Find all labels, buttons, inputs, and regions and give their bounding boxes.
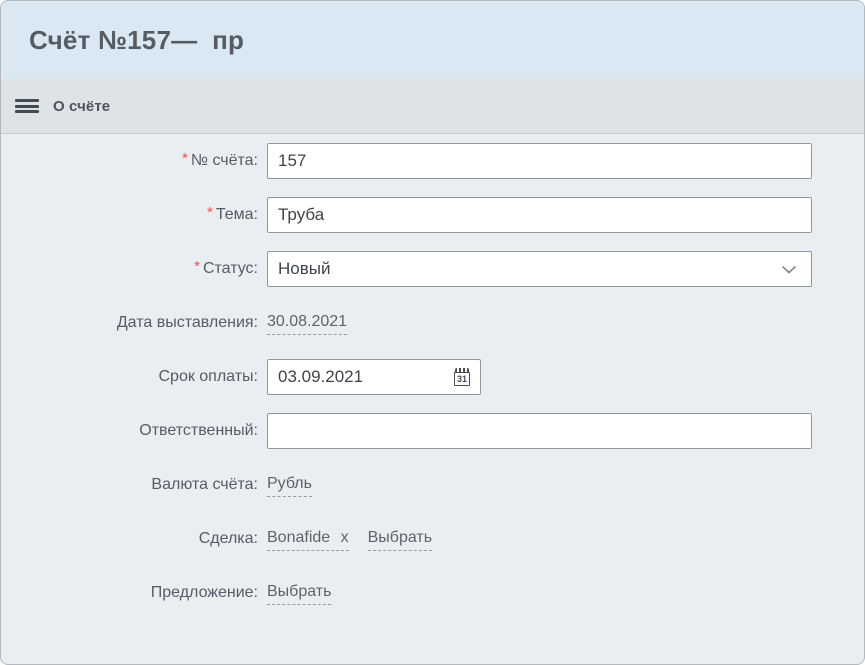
status-select-value: Новый — [278, 259, 330, 279]
form-row-status: *Статус: Новый — [1, 251, 864, 287]
field-label-cell: *Тема: — [1, 206, 258, 224]
field-label: Валюта счёта: — [151, 476, 258, 493]
calendar-day-number: 31 — [454, 372, 470, 386]
due-date-field: 31 — [267, 359, 481, 395]
field-label-cell: *Статус: — [1, 260, 258, 278]
field-label: Предложение: — [151, 584, 258, 601]
deal-link[interactable]: Bonafide — [267, 529, 330, 546]
tab-about-invoice[interactable]: О счёте — [53, 98, 110, 115]
field-control-cell: 31 — [267, 359, 481, 395]
field-label: Тема: — [216, 206, 258, 223]
invoice-number-input[interactable] — [267, 143, 812, 179]
chevron-down-icon — [781, 265, 797, 274]
field-label-cell: Сделка: — [1, 530, 258, 548]
field-label: № счёта: — [191, 152, 258, 169]
form-row-due-date: Срок оплаты: 31 — [1, 359, 864, 395]
form-row-issue-date: Дата выставления: 30.08.2021 — [1, 305, 864, 341]
field-control-cell: Рубль — [267, 474, 312, 497]
field-label-cell: Дата выставления: — [1, 314, 258, 332]
field-control-cell — [267, 143, 812, 179]
deal-remove-button[interactable]: x — [341, 529, 349, 546]
calendar-icon[interactable]: 31 — [454, 368, 470, 386]
required-marker: * — [182, 150, 188, 167]
field-label-cell: *№ счёта: — [1, 152, 258, 170]
field-control-cell — [267, 413, 812, 449]
toolbar: О счёте — [1, 79, 864, 134]
field-label: Ответственный: — [139, 422, 258, 439]
field-label: Сделка: — [199, 530, 258, 547]
form-row-subject: *Тема: — [1, 197, 864, 233]
field-label: Дата выставления: — [117, 314, 258, 331]
field-label-cell: Ответственный: — [1, 422, 258, 440]
issue-date-link[interactable]: 30.08.2021 — [267, 312, 347, 335]
field-control-cell: 30.08.2021 — [267, 312, 347, 335]
deal-select-link[interactable]: Выбрать — [368, 528, 432, 551]
field-label-cell: Срок оплаты: — [1, 368, 258, 386]
form-row-responsible: Ответственный: — [1, 413, 864, 449]
subject-input[interactable] — [267, 197, 812, 233]
responsible-input[interactable] — [267, 413, 812, 449]
form-row-invoice-number: *№ счёта: — [1, 143, 864, 179]
field-label: Статус: — [203, 260, 258, 277]
field-control-cell: Новый — [267, 251, 812, 287]
invoice-form: *№ счёта: *Тема: *Статус: Новый — [1, 134, 864, 611]
field-control-cell: Bonafide x Выбрать — [267, 528, 432, 551]
due-date-input[interactable] — [267, 359, 481, 395]
currency-link[interactable]: Рубль — [267, 474, 312, 497]
form-row-deal: Сделка: Bonafide x Выбрать — [1, 521, 864, 557]
field-label-cell: Предложение: — [1, 584, 258, 602]
required-marker: * — [194, 258, 200, 275]
offer-select-link[interactable]: Выбрать — [267, 582, 331, 605]
deal-linked-item: Bonafide x — [267, 528, 349, 551]
hamburger-menu-icon[interactable] — [15, 97, 39, 116]
field-control-cell: Выбрать — [267, 582, 331, 605]
form-row-currency: Валюта счёта: Рубль — [1, 467, 864, 503]
field-label-cell: Валюта счёта: — [1, 476, 258, 494]
form-row-offer: Предложение: Выбрать — [1, 575, 864, 611]
page-title: Счёт №157— пр — [29, 25, 244, 56]
field-control-cell — [267, 197, 812, 233]
invoice-card: Счёт №157— пр О счёте *№ счёта: *Тема: — [0, 0, 865, 665]
status-select[interactable]: Новый — [267, 251, 812, 287]
field-label: Срок оплаты: — [158, 368, 258, 385]
header: Счёт №157— пр — [1, 1, 864, 79]
required-marker: * — [207, 204, 213, 221]
